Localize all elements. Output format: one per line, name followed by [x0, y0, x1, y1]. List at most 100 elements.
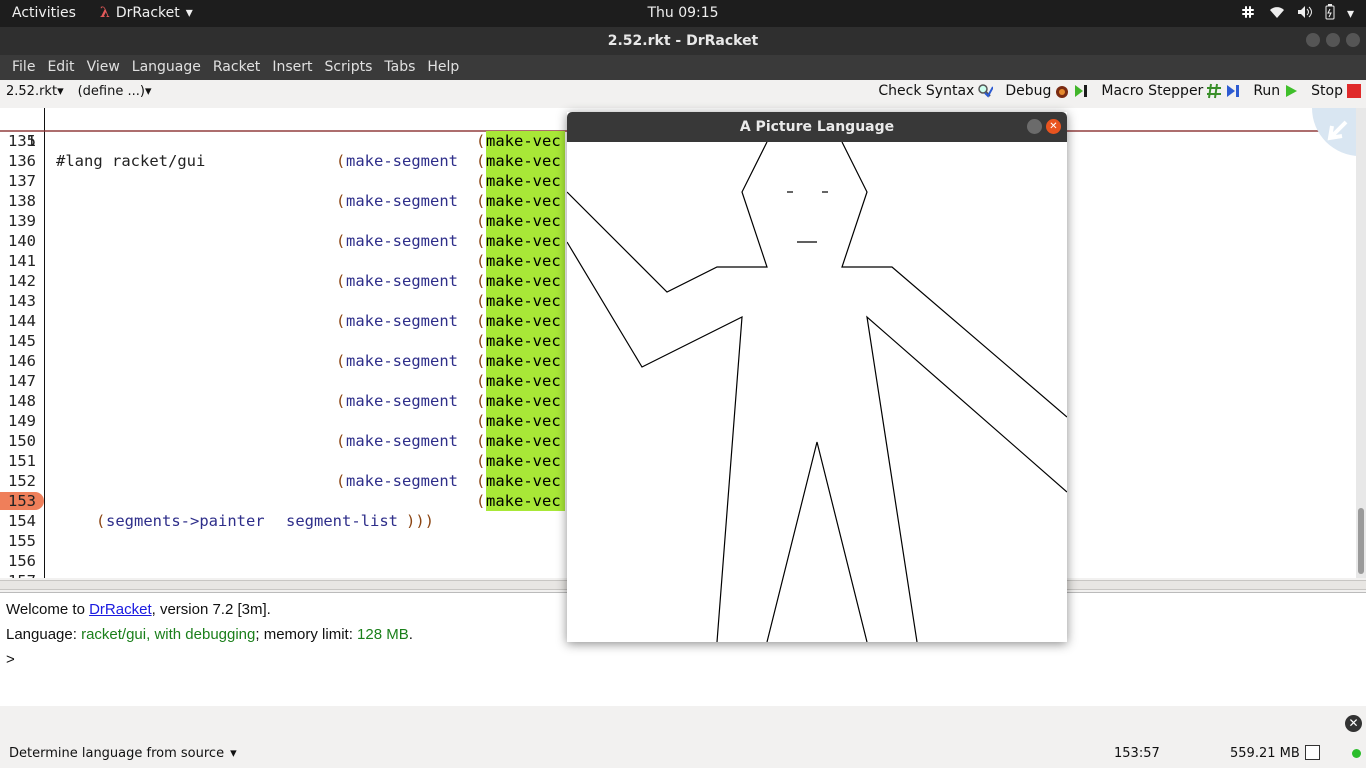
app-menu[interactable]: λ DrRacket ▾ [100, 5, 193, 21]
make-vect-call: make-vec [486, 351, 565, 371]
open-paren: ( [476, 292, 486, 310]
make-segment-call: make-segment [346, 312, 458, 330]
debug-label: Debug [1005, 83, 1052, 99]
welcome-suffix: , version 7.2 [3m]. [151, 601, 271, 618]
editor-scrollbar[interactable] [1356, 108, 1366, 578]
memory-prefix: ; memory limit: [255, 626, 358, 643]
step-forward-icon [1227, 85, 1240, 97]
line-number: 152 [8, 472, 36, 490]
bug-icon [1056, 86, 1069, 98]
menu-edit[interactable]: Edit [41, 55, 80, 80]
make-segment-call: make-segment [346, 272, 458, 290]
line-number: 144 [8, 312, 36, 330]
menu-racket[interactable]: Racket [207, 55, 266, 80]
make-vect-call: make-vec [486, 471, 565, 491]
open-paren: ( [476, 472, 486, 490]
picture-window-titlebar[interactable]: A Picture Language [567, 112, 1067, 142]
step-icon [1075, 85, 1088, 97]
open-paren: ( [476, 252, 486, 270]
segment-list-arg: segment-list [286, 512, 398, 530]
line-number: 142 [8, 272, 36, 290]
picture-minimize-button[interactable] [1027, 119, 1042, 134]
scrollbar-thumb[interactable] [1358, 508, 1364, 574]
make-vect-call: make-vec [486, 191, 565, 211]
check-syntax-button[interactable]: Check Syntax [878, 83, 994, 99]
menu-tabs[interactable]: Tabs [378, 55, 421, 80]
make-vect-call: make-vec [486, 251, 565, 271]
language-prefix: Language: [6, 626, 82, 643]
run-label: Run [1253, 83, 1281, 99]
make-vect-call: make-vec [486, 151, 565, 171]
make-segment-call: make-segment [346, 352, 458, 370]
line-number: 139 [8, 212, 36, 230]
volume-icon[interactable] [1297, 5, 1313, 23]
open-paren: ( [476, 212, 486, 230]
line-number: 156 [8, 552, 36, 570]
open-paren: ( [336, 152, 346, 170]
define-dropdown[interactable]: (define ...)▾ [78, 84, 152, 99]
macro-stepper-button[interactable]: Macro Stepper [1101, 83, 1241, 99]
line-number: 143 [8, 292, 36, 310]
window-titlebar[interactable]: 2.52.rkt - DrRacket [0, 27, 1366, 55]
open-paren: ( [96, 512, 106, 530]
minimize-button[interactable] [1306, 33, 1320, 47]
menu-language[interactable]: Language [126, 55, 207, 80]
line-number: 136 [8, 152, 36, 170]
menu-help[interactable]: Help [421, 55, 465, 80]
chevron-down-icon[interactable]: ▾ [1347, 6, 1354, 22]
make-segment-call: make-segment [346, 392, 458, 410]
open-paren: ( [336, 432, 346, 450]
file-dropdown[interactable]: 2.52.rkt▾ [6, 84, 64, 99]
debug-button[interactable]: Debug [1005, 83, 1089, 99]
system-top-bar: Activities λ DrRacket ▾ Thu 09:15 ▾ [0, 0, 1366, 27]
picture-close-button[interactable]: ✕ [1046, 119, 1061, 134]
run-button[interactable]: Run [1253, 83, 1299, 99]
memory-usage[interactable]: 559.21 MB [1230, 746, 1300, 761]
make-vect-call: make-vec [486, 211, 565, 231]
make-vect-call: make-vec [486, 331, 565, 351]
magnifier-check-icon [978, 84, 994, 98]
make-segment-call: make-segment [346, 152, 458, 170]
menu-bar: File Edit View Language Racket Insert Sc… [0, 55, 1366, 80]
clock[interactable]: Thu 09:15 [0, 5, 1366, 21]
segments-painter-call: segments->painter [106, 512, 265, 530]
menu-file[interactable]: File [6, 55, 41, 80]
make-segment-call: make-segment [346, 432, 458, 450]
maximize-button[interactable] [1326, 33, 1340, 47]
close-parens: ))) [406, 512, 434, 530]
open-paren: ( [336, 272, 346, 290]
slack-icon[interactable] [1239, 3, 1257, 25]
open-paren: ( [476, 432, 486, 450]
system-tray[interactable]: ▾ [1239, 3, 1354, 25]
drracket-link[interactable]: DrRacket [89, 601, 152, 618]
menu-insert[interactable]: Insert [266, 55, 318, 80]
memory-suffix: . [408, 626, 413, 643]
status-dot-icon [1352, 749, 1361, 758]
make-vect-call: make-vec [486, 311, 565, 331]
stop-button[interactable]: Stop [1311, 83, 1362, 99]
open-paren: ( [476, 232, 486, 250]
open-paren: ( [476, 132, 486, 150]
close-interactions-icon[interactable]: ✕ [1345, 715, 1362, 732]
close-button[interactable] [1346, 33, 1360, 47]
make-vect-call: make-vec [486, 411, 565, 431]
repl-prompt[interactable]: > [6, 651, 1360, 676]
make-vect-call: make-vec [486, 271, 565, 291]
toolbar: 2.52.rkt▾ (define ...)▾ Check Syntax Deb… [0, 80, 1366, 106]
line-number: 138 [8, 192, 36, 210]
line-number: 150 [8, 432, 36, 450]
menu-view[interactable]: View [81, 55, 126, 80]
open-paren: ( [336, 312, 346, 330]
line-number: 157 [0, 571, 36, 578]
play-icon [1286, 85, 1298, 97]
battery-icon[interactable] [1325, 4, 1335, 24]
make-vect-call: make-vec [486, 131, 565, 151]
chevron-down-icon: ▾ [144, 84, 152, 99]
menu-scripts[interactable]: Scripts [318, 55, 378, 80]
wifi-icon[interactable] [1269, 5, 1285, 23]
macro-stepper-label: Macro Stepper [1101, 83, 1204, 99]
activities-button[interactable]: Activities [12, 5, 76, 21]
status-bar: ✕ Determine language from source ▾ 153:57… [0, 708, 1366, 768]
language-selector[interactable]: Determine language from source ▾ [9, 746, 237, 761]
picture-language-window[interactable]: A Picture Language ✕ [567, 112, 1067, 642]
